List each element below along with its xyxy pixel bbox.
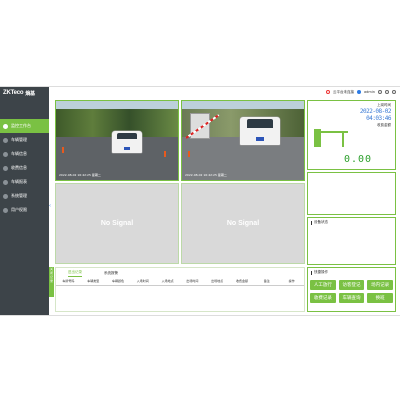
- sidebar-item-label: 收费信息: [11, 165, 27, 170]
- top-bar: 云平台未连接 admin: [49, 87, 400, 97]
- monitor-icon: [3, 123, 8, 129]
- system-icon: [3, 193, 8, 199]
- device-status-label: 设备状态: [314, 220, 328, 224]
- logo-cn-text: 熵基: [25, 90, 35, 97]
- records-panel: 进出记录 系统报警 车牌号码 车辆类型 车辆颜色 入场时间 入场地点 出场时间 …: [55, 267, 305, 312]
- column-header[interactable]: 出场地点: [205, 279, 230, 283]
- sidebar-item-reports[interactable]: 车辆报表: [0, 175, 49, 189]
- sidebar-item-label: 车辆报表: [11, 179, 27, 184]
- camera-view-1[interactable]: 2022-08-02 16:42:25 星期二: [55, 100, 179, 181]
- title-marker: [311, 220, 312, 225]
- car-window: [117, 132, 137, 140]
- column-header[interactable]: 车辆颜色: [106, 279, 131, 283]
- onsite-records-button[interactable]: 场内记录: [367, 280, 393, 290]
- sidebar-item-system[interactable]: 系统管理: [0, 189, 49, 203]
- camera-view-3[interactable]: No Signal: [55, 183, 179, 264]
- license-plate: [124, 147, 130, 150]
- column-header[interactable]: 收费金额: [230, 279, 255, 283]
- no-signal-label: No Signal: [226, 220, 260, 227]
- column-header[interactable]: 出场时间: [180, 279, 205, 283]
- user-icon: [357, 90, 362, 94]
- clock-fee-panel: 上岗时间 2022-08-02 04:03:46 收费金额 0.00: [307, 100, 396, 170]
- sidebar-item-label: 用户权限: [11, 207, 27, 212]
- traffic-cone: [164, 151, 166, 157]
- sidebar-item-vehicle-mgmt[interactable]: 车辆管理: [0, 133, 49, 147]
- barrier-gate-icon: [314, 129, 348, 147]
- cloud-status-text: 云平台未连接: [333, 89, 355, 94]
- device-status-title: 设备状态: [308, 218, 395, 227]
- fee-amount: 0.00: [344, 154, 373, 165]
- camera-view-4[interactable]: No Signal: [181, 183, 305, 264]
- column-header[interactable]: 入场时间: [130, 279, 155, 283]
- shift-time: 04:03:46: [366, 115, 391, 122]
- camera-timestamp: 2022-08-02 16:42:25 星期二: [59, 173, 101, 177]
- sidebar-item-label: 车辆信息: [11, 151, 27, 156]
- sidebar-item-label: 系统管理: [11, 193, 27, 198]
- quick-ops-panel: 快捷操作 人工放行 访客登记 场内记录 收费记录 车辆查询 换班: [307, 267, 396, 312]
- records-table-header: 车牌号码 车辆类型 车辆颜色 入场时间 入场地点 出场时间 出场地点 收费金额 …: [56, 277, 304, 286]
- brand-logo: ZKTeco 熵基: [0, 87, 49, 99]
- records-side-tab[interactable]: 关闭记录: [49, 267, 54, 297]
- title-marker: [311, 270, 312, 275]
- license-plate: [256, 137, 264, 141]
- shift-date: 2022-08-02: [359, 108, 392, 115]
- vehicle-image: [240, 117, 280, 145]
- shift-clock: 上岗时间 2022-08-02 04:03:46 收费金额: [359, 103, 392, 128]
- column-header[interactable]: 入场地点: [155, 279, 180, 283]
- device-status-panel: 设备状态: [307, 217, 396, 265]
- tab-access-records[interactable]: 进出记录: [68, 270, 82, 277]
- tab-system-alarms[interactable]: 系统报警: [104, 271, 118, 277]
- sidebar: ZKTeco 熵基 监控工作台 车辆管理 车辆信息 收费信息 车辆报表 系统管理…: [0, 87, 49, 315]
- close-icon[interactable]: [392, 90, 396, 94]
- no-signal-label: No Signal: [100, 220, 134, 227]
- manual-release-button[interactable]: 人工放行: [310, 280, 336, 290]
- camera-grid: 2022-08-02 16:42:25 星期二 2022-08-02 16:42…: [55, 100, 305, 265]
- fee-icon: [3, 165, 8, 171]
- camera-view-2[interactable]: 2022-08-02 16:42:25 星期二: [181, 100, 305, 181]
- vehicle-query-button[interactable]: 车辆查询: [338, 293, 365, 303]
- fee-records-button[interactable]: 收费记录: [310, 293, 336, 303]
- sidebar-item-permissions[interactable]: 用户权限: [0, 203, 49, 217]
- car-icon: [3, 137, 8, 143]
- parking-app-window: ZKTeco 熵基 监控工作台 车辆管理 车辆信息 收费信息 车辆报表 系统管理…: [0, 86, 400, 316]
- quick-ops-buttons: 人工放行 访客登记 场内记录 收费记录 车辆查询 换班: [310, 280, 393, 303]
- records-tabs: 进出记录 系统报警: [56, 268, 304, 277]
- column-header[interactable]: 备注: [254, 279, 279, 283]
- vehicle-image: [112, 131, 142, 153]
- quick-ops-label: 快捷操作: [314, 270, 328, 274]
- column-header[interactable]: 车牌号码: [56, 279, 81, 283]
- sidebar-item-vehicle-info[interactable]: 车辆信息: [0, 147, 49, 161]
- column-header[interactable]: 车辆类型: [81, 279, 106, 283]
- sidebar-item-label: 车辆管理: [11, 137, 27, 142]
- fee-label: 收费金额: [377, 123, 391, 127]
- traffic-cone: [62, 147, 64, 153]
- sidebar-item-fee-info[interactable]: 收费信息: [0, 161, 49, 175]
- sidebar-item-monitor[interactable]: 监控工作台: [0, 119, 49, 133]
- column-header[interactable]: 操作: [279, 279, 304, 283]
- empty-info-panel: [307, 172, 396, 215]
- camera-timestamp: 2022-08-02 16:42:25 星期二: [185, 173, 227, 177]
- permission-icon: [3, 207, 8, 213]
- settings-icon[interactable]: [378, 90, 382, 94]
- traffic-cone: [188, 151, 190, 157]
- sidebar-nav: 监控工作台 车辆管理 车辆信息 收费信息 车辆报表 系统管理 用户权限: [0, 119, 49, 217]
- minimize-icon[interactable]: [385, 90, 389, 94]
- car-window: [247, 119, 273, 128]
- logo-text: ZKTeco: [3, 90, 24, 96]
- collapse-sidebar-handle[interactable]: ‹: [49, 203, 54, 209]
- info-icon: [3, 151, 8, 157]
- cloud-icon: [326, 90, 331, 94]
- sidebar-item-label: 监控工作台: [11, 123, 31, 128]
- quick-ops-title: 快捷操作: [308, 268, 395, 277]
- report-icon: [3, 179, 8, 185]
- visitor-register-button[interactable]: 访客登记: [338, 280, 365, 290]
- username[interactable]: admin: [364, 90, 375, 94]
- shift-change-button[interactable]: 换班: [367, 293, 393, 303]
